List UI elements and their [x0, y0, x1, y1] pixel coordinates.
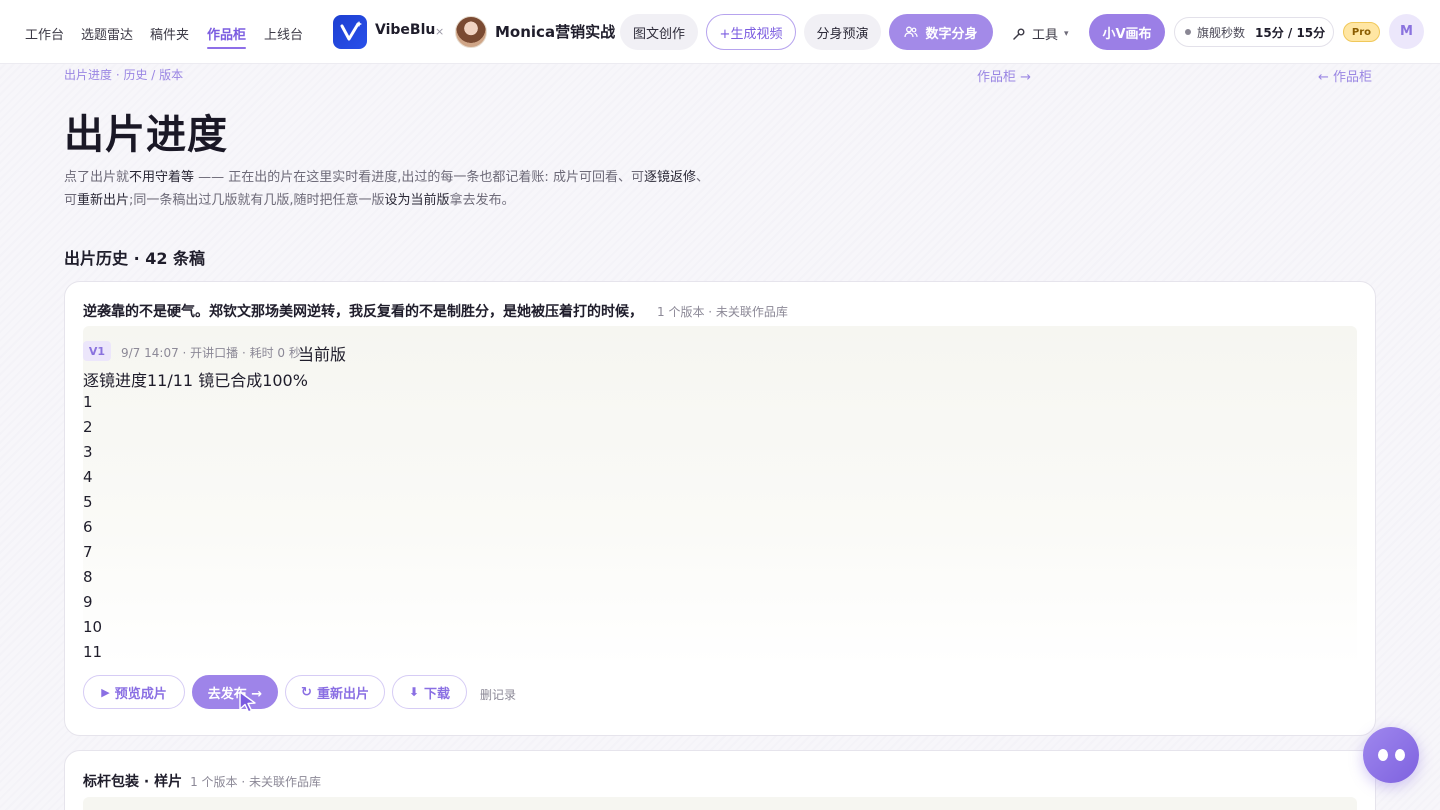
digital-avatar-button[interactable]: 数字分身 [889, 14, 993, 50]
card-title-text: 逆袭靠的不是硬气。郑钦文那场美网逆转，我反复看的不是制胜分，是她被压着打的时候， [83, 304, 643, 320]
history-section-title: 出片历史 · 42 条稿 [64, 249, 206, 268]
shot-item: 10 [83, 618, 103, 636]
tools-label: 工具 [1032, 28, 1059, 43]
intro-text: ;同一条稿出过几版就有几版,随时把任意一版 [129, 193, 385, 208]
shot-list: 1 2 3 4 5 6 7 8 9 10 11 [83, 390, 102, 665]
article-create-button[interactable]: 图文创作 [620, 14, 698, 50]
intro-emphasis: 重新出片 [77, 193, 130, 208]
preview-label: 预览成片 [114, 686, 167, 702]
version-panel [83, 797, 1357, 810]
avatar-preview-button[interactable]: 分身预演 [804, 14, 881, 50]
works-cabinet-link[interactable]: 作品柜 → [977, 66, 1031, 85]
refresh-icon: ↻ [301, 684, 312, 700]
version-tag: V1 [83, 341, 111, 361]
shot-item: 1 [83, 393, 93, 411]
shot-item: 2 [83, 418, 93, 436]
digital-avatar-label: 数字分身 [925, 26, 978, 42]
chevron-down-icon: ▾ [1064, 28, 1069, 39]
assistant-robot-icon[interactable] [1363, 727, 1419, 783]
quota-label: 旗舰秒数 [1197, 25, 1246, 40]
card-title-text: 标杆包装 · 样片 [83, 774, 183, 790]
version-panel: V1 9/7 14:07 · 开讲口播 · 耗时 0 秒 当前版 逐镜进度11/… [83, 326, 1357, 666]
canvas-button[interactable]: 小V画布 [1089, 14, 1165, 50]
card-meta: 1 个版本 · 未关联作品库 [657, 305, 788, 319]
robot-eye [1377, 749, 1388, 761]
intro-text: —— 正在出的片在这里实时看进度,出过的每一条也都记着账: 成片可回看、可 [194, 170, 644, 185]
collab-separator: × [435, 25, 445, 38]
intro-text: 拿去发布。 [449, 193, 515, 208]
play-icon: ▶ [101, 685, 110, 699]
shot-item: 9 [83, 593, 93, 611]
intro-emphasis: 逐镜返修 [643, 170, 696, 185]
intro-text: 点了出片就 [64, 170, 130, 185]
nav-link-works-cabinet[interactable]: 作品柜 [207, 24, 247, 49]
regenerate-button[interactable]: ↻ 重新出片 [285, 675, 385, 709]
cursor-icon [239, 691, 256, 713]
vibeblu-logo-icon[interactable] [333, 15, 367, 49]
shot-item: 8 [83, 568, 93, 586]
delete-record-link[interactable]: 删记录 [480, 686, 516, 703]
status-dot-icon [1185, 29, 1191, 35]
page-intro: 点了出片就不用守着等 —— 正在出的片在这里实时看进度,出过的每一条也都记着账:… [64, 166, 714, 212]
download-button[interactable]: ⬇ 下载 [392, 675, 467, 709]
shot-item: 3 [83, 443, 93, 461]
shot-item: 11 [83, 643, 103, 661]
download-icon: ⬇ [408, 685, 420, 699]
download-label: 下载 [424, 686, 451, 702]
regenerate-label: 重新出片 [316, 686, 369, 702]
tools-menu[interactable]: 工具 ▾ [1012, 24, 1069, 43]
brand-avatar [455, 16, 487, 48]
nav-link-workbench[interactable]: 工作台 [25, 24, 64, 43]
nav-link-topic-radar[interactable]: 选题雷达 [81, 24, 133, 43]
preview-button[interactable]: ▶ 预览成片 [83, 675, 185, 709]
card-title: 标杆包装 · 样片 1 个版本 · 未关联作品库 [83, 771, 321, 791]
shot-item: 6 [83, 518, 93, 536]
shot-item: 4 [83, 468, 93, 486]
quota-indicator: 旗舰秒数 15分 / 15分 [1174, 17, 1334, 47]
card-meta: 1 个版本 · 未关联作品库 [190, 775, 321, 789]
quota-value: 15分 / 15分 [1255, 25, 1326, 40]
users-icon [904, 26, 919, 38]
intro-emphasis: 设为当前版 [384, 193, 450, 208]
robot-eye [1394, 749, 1405, 761]
breadcrumb[interactable]: 出片进度 · 历史 / 版本 [64, 66, 183, 83]
shot-progress-text: 逐镜进度11/11 镜已合成100% [83, 371, 308, 390]
intro-emphasis: 不用守着等 [129, 170, 195, 185]
pro-badge: Pro [1343, 22, 1380, 42]
brand-name[interactable]: Monica营销实战 [495, 21, 615, 42]
publish-button[interactable]: 去发布 → [192, 675, 278, 709]
logo-text: VibeBlu [375, 22, 436, 38]
shot-item: 7 [83, 543, 93, 561]
shot-item: 5 [83, 493, 93, 511]
wrench-icon [1013, 28, 1025, 40]
generate-video-button[interactable]: +生成视频 [706, 14, 796, 50]
history-card: 标杆包装 · 样片 1 个版本 · 未关联作品库 [64, 750, 1376, 810]
current-version-label: 当前版 [298, 345, 347, 364]
card-title: 逆袭靠的不是硬气。郑钦文那场美网逆转，我反复看的不是制胜分，是她被压着打的时候，… [83, 301, 788, 321]
nav-link-launch[interactable]: 上线台 [264, 24, 303, 43]
top-navigation-bar: 工作台 选题雷达 稿件夹 作品柜 上线台 VibeBlu × Monica营销实… [0, 0, 1440, 64]
user-avatar[interactable]: M [1389, 14, 1424, 49]
page-title: 出片进度 [64, 112, 228, 158]
version-meta: 9/7 14:07 · 开讲口播 · 耗时 0 秒 [121, 346, 301, 360]
history-card: 逆袭靠的不是硬气。郑钦文那场美网逆转，我反复看的不是制胜分，是她被压着打的时候，… [64, 281, 1376, 736]
nav-link-drafts[interactable]: 稿件夹 [150, 24, 189, 43]
back-to-cabinet-link[interactable]: ← 作品柜 [1318, 66, 1372, 85]
